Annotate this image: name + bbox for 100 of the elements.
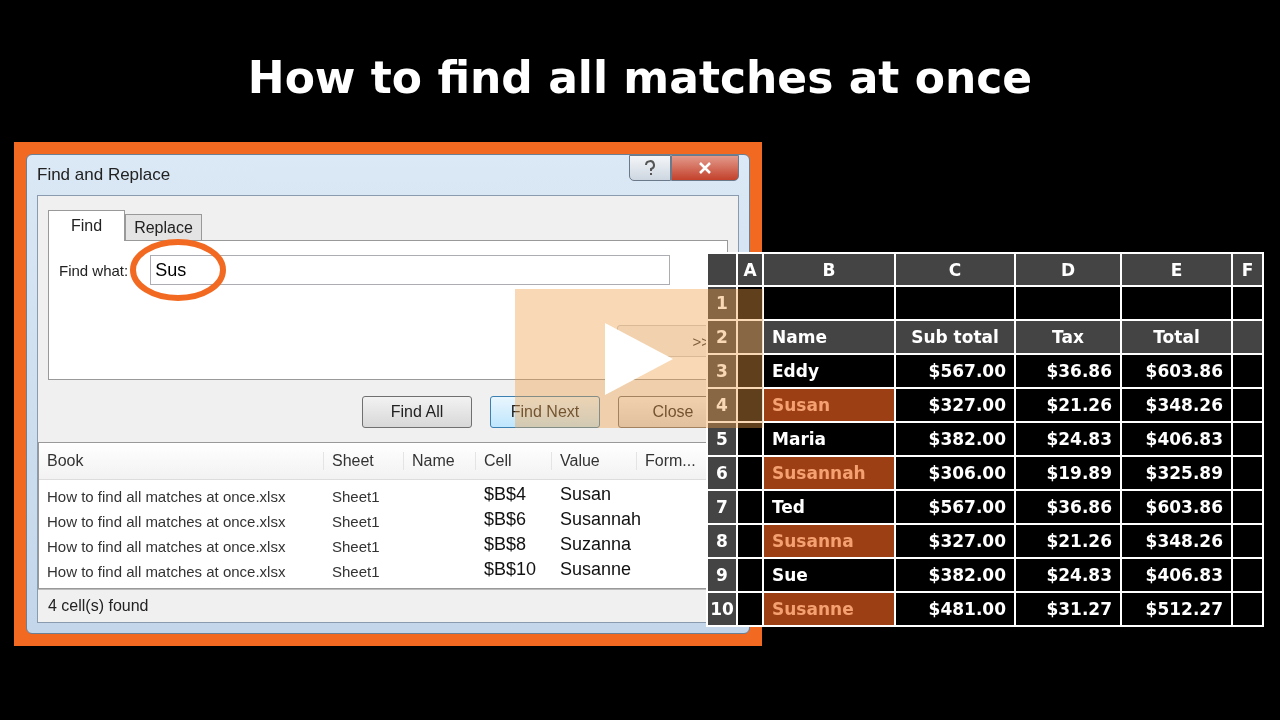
sheet-cell: $348.26 <box>1122 389 1231 421</box>
result-book: How to find all matches at once.xlsx <box>46 563 287 580</box>
sheet-cell <box>738 423 762 455</box>
column-header[interactable]: Name <box>404 452 476 470</box>
corner-cell <box>708 254 736 285</box>
row-heading: 2 <box>708 321 736 353</box>
row-heading: 5 <box>708 423 736 455</box>
result-sheet: Sheet1 <box>331 513 381 530</box>
sheet-cell: $603.86 <box>1122 491 1231 523</box>
dialog-button[interactable]: Find Next <box>490 396 600 428</box>
sheet-cell: Name <box>764 321 894 353</box>
sheet-cell: $327.00 <box>896 389 1014 421</box>
sheet-cell: $567.00 <box>896 491 1014 523</box>
dialog-tab[interactable]: Find <box>48 210 126 241</box>
sheet-cell: $481.00 <box>896 593 1014 625</box>
row-heading: 7 <box>708 491 736 523</box>
row-heading: 6 <box>708 457 736 489</box>
sheet-cell: Ted <box>764 491 894 523</box>
result-cell-text: $B$8 <box>483 534 528 555</box>
close-button[interactable] <box>671 155 739 181</box>
sheet-cell <box>738 321 762 353</box>
result-book: How to find all matches at once.xlsx <box>46 538 287 555</box>
sheet-cell <box>738 525 762 557</box>
column-heading: B <box>764 254 894 285</box>
sheet-cell: Eddy <box>764 355 894 387</box>
result-sheet: Sheet1 <box>331 488 381 505</box>
sheet-cell: $306.00 <box>896 457 1014 489</box>
result-book: How to find all matches at once.xlsx <box>46 488 287 505</box>
sheet-cell: $325.89 <box>1122 457 1231 489</box>
sheet-cell <box>1233 389 1262 421</box>
row-heading: 8 <box>708 525 736 557</box>
row-heading: 10 <box>708 593 736 625</box>
column-header[interactable]: Value <box>552 452 637 470</box>
sheet-cell: $19.89 <box>1016 457 1120 489</box>
dialog-button[interactable]: Find All <box>362 396 472 428</box>
column-heading: A <box>738 254 762 285</box>
sheet-cell <box>738 457 762 489</box>
row-heading: 3 <box>708 355 736 387</box>
result-cell-text: $B$6 <box>483 509 528 530</box>
sheet-cell: Sue <box>764 559 894 591</box>
sheet-cell: $382.00 <box>896 559 1014 591</box>
result-sheet: Sheet1 <box>331 563 381 580</box>
dialog-title: Find and Replace <box>37 165 171 185</box>
sheet-cell: Susanna <box>764 525 894 557</box>
sheet-cell: Susan <box>764 389 894 421</box>
sheet-cell: $603.86 <box>1122 355 1231 387</box>
result-sheet: Sheet1 <box>331 538 381 555</box>
result-value: Suzanna <box>559 534 633 555</box>
sheet-cell <box>738 559 762 591</box>
sheet-cell <box>1233 321 1262 353</box>
sheet-cell <box>1233 491 1262 523</box>
row-heading: 4 <box>708 389 736 421</box>
sheet-cell: $382.00 <box>896 423 1014 455</box>
slide-title: How to find all matches at once <box>247 56 1033 100</box>
sheet-cell <box>1233 287 1262 319</box>
column-header[interactable]: Book <box>39 452 324 470</box>
column-heading: F <box>1233 254 1262 285</box>
sheet-cell: $406.83 <box>1122 423 1231 455</box>
sheet-cell <box>738 491 762 523</box>
status-text: 4 cell(s) found <box>48 597 149 615</box>
sheet-cell: $406.83 <box>1122 559 1231 591</box>
sheet-cell: Susannah <box>764 457 894 489</box>
sheet-cell: $31.27 <box>1016 593 1120 625</box>
sheet-cell: $21.26 <box>1016 389 1120 421</box>
question-mark-icon <box>643 160 657 176</box>
sheet-cell <box>1233 525 1262 557</box>
sheet-cell: Maria <box>764 423 894 455</box>
sheet-cell <box>1233 355 1262 387</box>
sheet-cell: $36.86 <box>1016 491 1120 523</box>
column-heading: D <box>1016 254 1120 285</box>
find-what-label: Find what: <box>59 261 129 279</box>
row-heading: 9 <box>708 559 736 591</box>
sheet-cell: $567.00 <box>896 355 1014 387</box>
column-heading: E <box>1122 254 1231 285</box>
sheet-cell: Susanne <box>764 593 894 625</box>
help-button[interactable] <box>629 155 671 181</box>
result-cell-text: $B$10 <box>483 559 538 580</box>
sheet-cell <box>1233 559 1262 591</box>
column-header[interactable]: Sheet <box>324 452 404 470</box>
result-book: How to find all matches at once.xlsx <box>46 513 287 530</box>
sheet-cell: $24.83 <box>1016 423 1120 455</box>
result-value: Susan <box>559 484 613 505</box>
sheet-cell <box>738 593 762 625</box>
sheet-cell <box>1233 423 1262 455</box>
result-cell-text: $B$4 <box>483 484 528 505</box>
dialog-tab[interactable]: Replace <box>125 214 202 240</box>
sheet-cell <box>1233 457 1262 489</box>
sheet-cell: $327.00 <box>896 525 1014 557</box>
sheet-cell: $348.26 <box>1122 525 1231 557</box>
close-icon <box>698 162 712 174</box>
result-value: Susanne <box>559 559 633 580</box>
sheet-cell: $24.83 <box>1016 559 1120 591</box>
sheet-cell: Total <box>1122 321 1231 353</box>
row-heading: 1 <box>708 287 736 319</box>
sheet-cell: $512.27 <box>1122 593 1231 625</box>
find-what-field[interactable]: Sus <box>150 255 671 285</box>
sheet-cell <box>738 355 762 387</box>
column-header[interactable]: Cell <box>476 452 552 470</box>
sheet-cell: $21.26 <box>1016 525 1120 557</box>
sheet-cell: $36.86 <box>1016 355 1120 387</box>
